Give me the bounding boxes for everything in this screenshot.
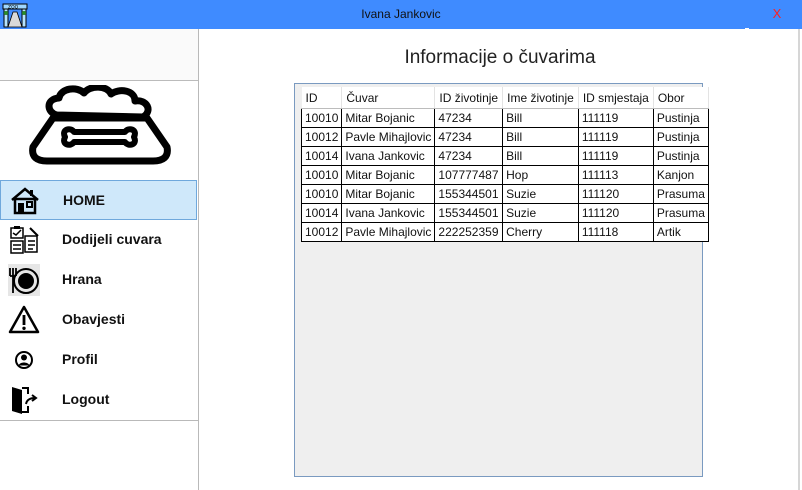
table-cell[interactable]: Bill xyxy=(502,127,579,147)
title-bar[interactable]: ZOO Ivana Jankovic X xyxy=(0,0,802,30)
window-title: Ivana Jankovic xyxy=(361,7,441,21)
table-cell[interactable]: 111118 xyxy=(577,222,654,242)
table-row[interactable]: 10010 Mitar Bojanic 107777487 Hop 111113… xyxy=(300,165,709,185)
sidebar: HOME Dodijeli cuvara Hrana Obavjesti Pro… xyxy=(0,29,199,490)
home-icon xyxy=(11,187,39,215)
table-cell[interactable]: 111113 xyxy=(577,165,654,185)
sidebar-item-logout[interactable]: Logout xyxy=(0,380,197,420)
table-cell[interactable]: Ivana Jankovic xyxy=(341,146,436,166)
table-cell[interactable]: Pustinja xyxy=(652,108,709,128)
window-edge-mark xyxy=(745,28,749,30)
page-title: Informacije o čuvarima xyxy=(404,47,596,68)
column-header-obor[interactable]: Obor xyxy=(653,87,709,109)
column-header-id[interactable]: ID xyxy=(301,87,343,109)
divider xyxy=(0,420,198,421)
sidebar-item-obavjesti[interactable]: Obavjesti xyxy=(0,300,197,340)
table-cell[interactable]: 10014 xyxy=(300,203,343,223)
table-cell[interactable]: Kanjon xyxy=(652,165,709,185)
table-row[interactable]: 10010 Mitar Bojanic 155344501 Suzie 1111… xyxy=(300,184,709,204)
table-cell[interactable]: Pustinja xyxy=(652,127,709,147)
table-cell[interactable]: Pavle Mihajlovic xyxy=(341,222,436,242)
logo-pet-bed-icon xyxy=(29,85,171,165)
table-row[interactable]: 10014 Ivana Jankovic 47234 Bill 111119 P… xyxy=(300,146,709,166)
table-cell[interactable]: 111120 xyxy=(577,184,654,204)
table-cell[interactable]: 111120 xyxy=(577,203,654,223)
table-cell[interactable]: 47234 xyxy=(434,108,504,128)
table-cell[interactable]: 47234 xyxy=(434,146,504,166)
table-cell[interactable]: 111119 xyxy=(577,108,654,128)
column-header-id-smjestaja[interactable]: ID smjestaja xyxy=(578,87,654,109)
sidebar-item-label: Obavjesti xyxy=(62,311,126,327)
table-cell[interactable]: 10010 xyxy=(300,108,343,128)
table-cell[interactable]: 10014 xyxy=(300,146,343,166)
sidebar-item-label: Hrana xyxy=(62,271,102,287)
table-cell[interactable]: Mitar Bojanic xyxy=(341,184,436,204)
table-cell[interactable]: 10012 xyxy=(300,222,343,242)
column-header-cuvar[interactable]: Čuvar xyxy=(341,87,436,109)
table-cell[interactable]: Prasuma xyxy=(652,203,709,223)
assign-icon xyxy=(10,226,39,254)
table-cell[interactable]: Cherry xyxy=(502,222,579,242)
table-cell[interactable]: Pustinja xyxy=(652,146,709,166)
logout-icon xyxy=(12,387,38,414)
divider xyxy=(0,80,198,81)
table-cell[interactable]: 222252359 xyxy=(434,222,504,242)
table-row[interactable]: 10012 Pavle Mihajlovic 222252359 Cherry … xyxy=(300,222,709,242)
column-header-ime-zivotinje[interactable]: Ime životinje xyxy=(502,87,579,109)
sidebar-item-label: HOME xyxy=(63,192,105,208)
close-button[interactable]: X xyxy=(770,6,784,22)
table-cell[interactable]: Pavle Mihajlovic xyxy=(341,127,436,147)
table-cell[interactable]: 107777487 xyxy=(434,165,504,185)
sidebar-item-label: Profil xyxy=(62,351,98,367)
sidebar-item-hrana[interactable]: Hrana xyxy=(0,260,197,300)
table-header-row: ID Čuvar ID životinje Ime životinje ID s… xyxy=(301,87,709,109)
sidebar-item-label: Dodijeli cuvara xyxy=(62,231,162,247)
sidebar-header xyxy=(0,29,198,80)
table-cell[interactable]: 10010 xyxy=(300,165,343,185)
table-cell[interactable]: 10012 xyxy=(300,127,343,147)
table-cell[interactable]: 155344501 xyxy=(434,203,504,223)
table-cell[interactable]: Bill xyxy=(502,108,579,128)
window-border xyxy=(798,29,800,490)
table-cell[interactable]: Artik xyxy=(652,222,709,242)
guards-table: ID Čuvar ID životinje Ime životinje ID s… xyxy=(300,87,709,242)
warning-icon xyxy=(8,305,40,334)
table-row[interactable]: 10014 Ivana Jankovic 155344501 Suzie 111… xyxy=(300,203,709,223)
data-grid[interactable]: ID Čuvar ID životinje Ime životinje ID s… xyxy=(294,83,709,477)
table-row[interactable]: 10012 Pavle Mihajlovic 47234 Bill 111119… xyxy=(300,127,709,147)
sidebar-item-label: Logout xyxy=(62,391,110,407)
table-cell[interactable]: 111119 xyxy=(577,127,654,147)
table-cell[interactable]: 10010 xyxy=(300,184,343,204)
profile-icon xyxy=(15,351,33,369)
table-cell[interactable]: Prasuma xyxy=(652,184,709,204)
column-header-id-zivotinje[interactable]: ID životinje xyxy=(434,87,504,109)
table-cell[interactable]: Mitar Bojanic xyxy=(341,165,436,185)
sidebar-item-profil[interactable]: Profil xyxy=(0,340,197,380)
food-icon xyxy=(8,264,40,296)
sidebar-item-dodijeli-cuvara[interactable]: Dodijeli cuvara xyxy=(0,220,197,260)
table-cell[interactable]: Suzie xyxy=(502,203,579,223)
table-cell[interactable]: Suzie xyxy=(502,184,579,204)
table-cell[interactable]: Mitar Bojanic xyxy=(341,108,436,128)
table-cell[interactable]: 47234 xyxy=(434,127,504,147)
table-cell[interactable]: 155344501 xyxy=(434,184,504,204)
sidebar-item-home[interactable]: HOME xyxy=(0,180,197,220)
table-cell[interactable]: Ivana Jankovic xyxy=(341,203,436,223)
table-cell[interactable]: Bill xyxy=(502,146,579,166)
table-row[interactable]: 10010 Mitar Bojanic 47234 Bill 111119 Pu… xyxy=(300,108,709,128)
table-cell[interactable]: Hop xyxy=(502,165,579,185)
table-cell[interactable]: 111119 xyxy=(577,146,654,166)
